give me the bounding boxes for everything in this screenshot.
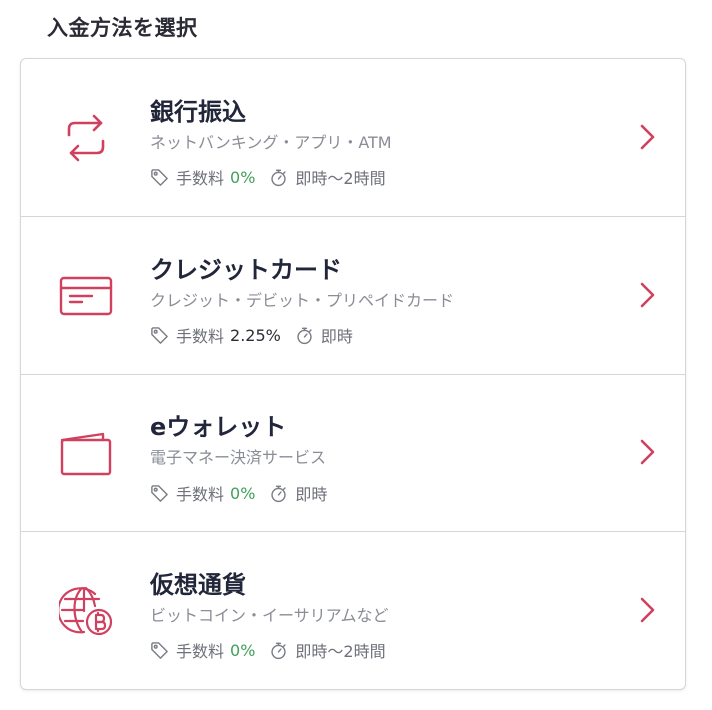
method-subtitle: ネットバンキング・アプリ・ATM <box>150 133 392 152</box>
fee-label: 手数料 <box>176 485 225 504</box>
method-meta: 手数料 2.25% 即時 <box>150 323 353 347</box>
fee-label: 手数料 <box>176 642 225 661</box>
payment-method-list: 銀行振込 ネットバンキング・アプリ・ATM 手数料 0% 即時〜2時間 クレジッ… <box>20 58 686 690</box>
method-subtitle: クレジット・デビット・プリペイドカード <box>150 291 455 310</box>
chevron-right-icon <box>635 437 659 467</box>
method-meta: 手数料 0% 即時〜2時間 <box>150 165 386 189</box>
credit-card-icon <box>59 268 113 322</box>
method-subtitle: ビットコイン・イーサリアムなど <box>150 606 389 625</box>
price-tag-icon <box>150 641 169 660</box>
processing-time: 即時 <box>320 327 353 346</box>
fee-label: 手数料 <box>176 327 225 346</box>
price-tag-icon <box>150 168 169 187</box>
method-title: eウォレット <box>150 413 287 441</box>
price-tag-icon <box>150 484 169 503</box>
method-title: 銀行振込 <box>150 98 246 126</box>
page-title: 入金方法を選択 <box>47 16 198 40</box>
method-title: 仮想通貨 <box>150 571 246 599</box>
method-title: クレジットカード <box>150 256 342 284</box>
globe-bitcoin-icon <box>59 584 113 638</box>
stopwatch-icon <box>269 168 288 187</box>
stopwatch-icon <box>295 326 314 345</box>
processing-time: 即時 <box>295 485 328 504</box>
transfer-arrows-icon <box>59 111 113 165</box>
stopwatch-icon <box>269 641 288 660</box>
chevron-right-icon <box>635 595 659 625</box>
processing-time: 即時〜2時間 <box>295 642 386 661</box>
payment-method-bank-transfer[interactable]: 銀行振込 ネットバンキング・アプリ・ATM 手数料 0% 即時〜2時間 <box>21 59 685 217</box>
payment-method-credit-card[interactable]: クレジットカード クレジット・デビット・プリペイドカード 手数料 2.25% 即… <box>21 217 685 375</box>
method-meta: 手数料 0% 即時 <box>150 481 327 505</box>
price-tag-icon <box>150 326 169 345</box>
fee-label: 手数料 <box>176 169 225 188</box>
fee-value: 0% <box>230 483 256 503</box>
chevron-right-icon <box>635 122 659 152</box>
processing-time: 即時〜2時間 <box>295 169 386 188</box>
payment-method-ewallet[interactable]: eウォレット 電子マネー決済サービス 手数料 0% 即時 <box>21 375 685 532</box>
method-meta: 手数料 0% 即時〜2時間 <box>150 638 386 662</box>
chevron-right-icon <box>635 280 659 310</box>
fee-value: 0% <box>230 167 256 187</box>
stopwatch-icon <box>269 484 288 503</box>
payment-method-crypto[interactable]: 仮想通貨 ビットコイン・イーサリアムなど 手数料 0% 即時〜2時間 <box>21 532 685 689</box>
fee-value: 2.25% <box>230 325 281 345</box>
method-subtitle: 電子マネー決済サービス <box>150 448 327 467</box>
wallet-icon <box>59 426 113 480</box>
fee-value: 0% <box>230 640 256 660</box>
